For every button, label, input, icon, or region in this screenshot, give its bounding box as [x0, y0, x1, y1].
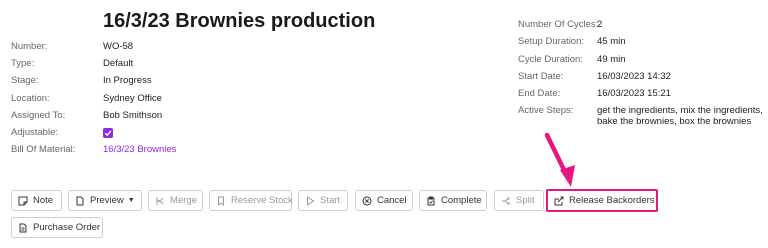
document-icon	[18, 223, 28, 233]
field-value: WO-58	[103, 41, 134, 52]
chevron-down-icon: ▼	[127, 197, 135, 204]
release-icon	[554, 196, 564, 206]
purchase-order-button-label: Purchase Order	[33, 222, 101, 233]
field-label: Stage:	[11, 75, 39, 87]
note-button-label: Note	[33, 195, 54, 206]
field-value: In Progress	[103, 75, 152, 87]
field-label: Cycle Duration:	[518, 53, 583, 65]
document-icon	[75, 196, 85, 206]
field-value: Sydney Office	[103, 92, 162, 104]
field-value: 16/03/2023 15:21	[597, 88, 671, 100]
field-label: Location:	[11, 92, 50, 104]
field-label: Bill Of Material:	[11, 144, 76, 156]
preview-button-label: Preview	[90, 195, 124, 206]
adjustable-checkbox[interactable]	[103, 126, 113, 143]
merge-button-label: Merge	[170, 195, 197, 206]
merge-icon	[155, 196, 165, 206]
merge-button[interactable]: Merge	[148, 190, 203, 211]
field-value: get the ingredients, mix the ingredients…	[597, 105, 763, 128]
field-label: End Date:	[518, 88, 561, 100]
start-button-label: Start	[320, 195, 341, 206]
field-label: Adjustable:	[11, 126, 59, 138]
cancel-button[interactable]: Cancel	[355, 190, 413, 211]
field-label: Start Date:	[518, 70, 564, 82]
field-label: Assigned To:	[11, 109, 66, 121]
start-button[interactable]: Start	[298, 190, 348, 211]
complete-button-label: Complete	[441, 195, 482, 206]
field-value: Bob Smithson	[103, 109, 163, 121]
play-icon	[305, 195, 315, 206]
close-circle-icon	[362, 196, 372, 206]
clipboard-check-icon	[426, 196, 436, 206]
field-value: Default	[103, 58, 134, 70]
field-cycle-duration: Cycle Duration: 49 min	[518, 54, 765, 65]
cancel-button-label: Cancel	[377, 195, 407, 206]
reserve-stock-button[interactable]: Reserve Stock	[209, 190, 293, 211]
complete-button[interactable]: Complete	[419, 190, 487, 211]
field-setup-duration: Setup Duration: 45 min	[518, 36, 765, 47]
field-number-of-cycles: Number Of Cycles: 2	[518, 19, 765, 30]
field-active-steps: Active Steps: get the ingredients, mix t…	[518, 105, 765, 127]
split-icon	[501, 196, 511, 206]
field-label: Type:	[11, 58, 35, 70]
page-title: 16/3/23 Brownies production	[103, 10, 376, 32]
field-start-date: Start Date: 16/03/2023 14:32	[518, 71, 765, 82]
annotation-arrow-icon	[544, 132, 575, 187]
details-right: Number Of Cycles: 2 Setup Duration: 45 m…	[518, 19, 765, 134]
reserve-stock-button-label: Reserve Stock	[231, 195, 293, 206]
field-end-date: End Date: 16/03/2023 15:21	[518, 88, 765, 99]
field-value: 16/03/2023 14:32	[597, 70, 671, 82]
field-value: 2	[597, 19, 603, 30]
field-value: 49 min	[597, 53, 626, 65]
split-button-label: Split	[516, 195, 535, 206]
field-label: Number Of Cycles:	[518, 19, 599, 30]
note-icon	[18, 196, 28, 206]
purchase-order-button[interactable]: Purchase Order	[11, 217, 103, 238]
checkmark-icon	[103, 127, 113, 138]
field-label: Setup Duration:	[518, 36, 585, 48]
bill-of-material-link[interactable]: 16/3/23 Brownies	[103, 143, 176, 157]
release-backorders-button-label: Release Backorders	[569, 195, 655, 206]
bookmark-icon	[216, 196, 226, 206]
release-backorders-button[interactable]: Release Backorders	[546, 189, 658, 212]
field-label: Active Steps:	[518, 105, 574, 117]
field-value: 45 min	[597, 36, 626, 48]
field-label: Number:	[11, 41, 48, 52]
note-button[interactable]: Note	[11, 190, 62, 211]
preview-button[interactable]: Preview ▼	[68, 190, 142, 211]
split-button[interactable]: Split	[494, 190, 544, 211]
